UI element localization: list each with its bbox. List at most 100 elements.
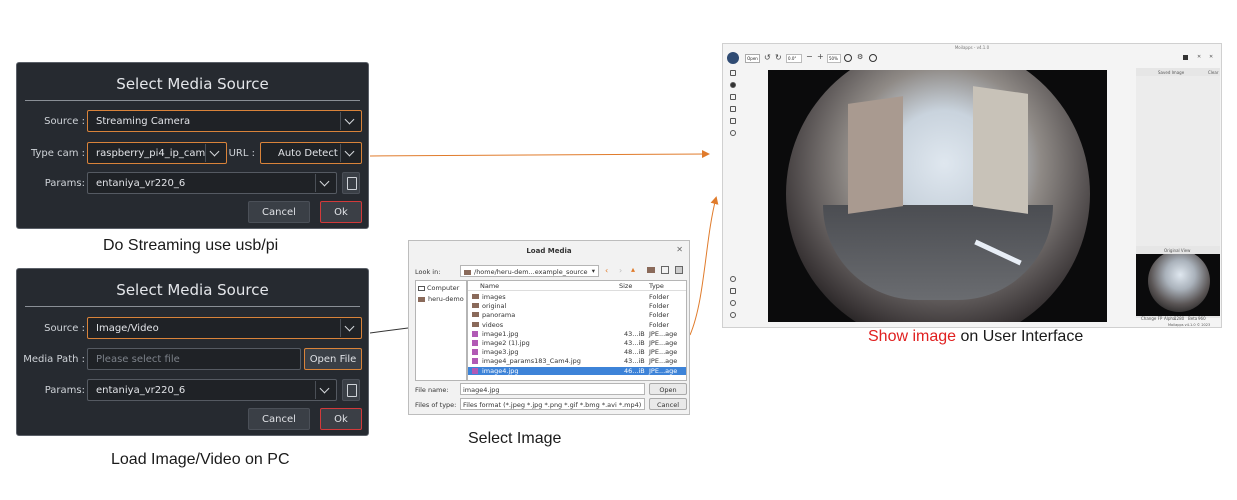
source-select[interactable]: Image/Video bbox=[87, 317, 362, 339]
nav-forward-icon[interactable]: › bbox=[619, 266, 622, 275]
file-size: 43...iB bbox=[624, 357, 645, 366]
column-type[interactable]: Type bbox=[649, 282, 664, 290]
open-file-button[interactable]: Open File bbox=[304, 348, 362, 370]
status-change-fp[interactable]: Change FP bbox=[1141, 316, 1162, 321]
building-left bbox=[848, 96, 903, 214]
saved-image-area bbox=[1136, 76, 1220, 246]
maximize-icon[interactable]: ✕ bbox=[1197, 54, 1201, 60]
toolbar: Open ↺ ↻ 0.0° − + 50% ⚙ ✕ ✕ bbox=[723, 52, 1221, 66]
folder-icon bbox=[472, 303, 479, 309]
detail-view-icon[interactable] bbox=[675, 266, 683, 274]
building-right bbox=[973, 86, 1028, 214]
look-in-select[interactable]: /home/heru-dem...example_source ▾ bbox=[460, 265, 599, 277]
settings-icon[interactable]: ⚙ bbox=[857, 53, 863, 61]
file-type: JPE...age bbox=[649, 339, 678, 347]
file-type: JPE...age bbox=[649, 357, 678, 366]
file-row[interactable]: videos Folder bbox=[468, 321, 686, 329]
file-row[interactable]: images Folder bbox=[468, 293, 686, 301]
right-panel: Saved Image Clear Original View bbox=[1136, 68, 1220, 318]
media-path-label: Media Path : bbox=[23, 354, 85, 365]
gear-icon[interactable] bbox=[730, 312, 736, 318]
source-select[interactable]: Streaming Camera bbox=[87, 110, 362, 132]
type-cam-value: raspberry_pi4_ip_cam bbox=[96, 148, 206, 159]
file-name: image3.jpg bbox=[482, 348, 519, 357]
ok-button[interactable]: Ok bbox=[320, 408, 362, 430]
new-folder-icon[interactable] bbox=[647, 267, 655, 273]
file-icon[interactable] bbox=[730, 118, 736, 124]
nav-back-icon[interactable]: ‹ bbox=[605, 266, 608, 275]
type-cam-select[interactable]: raspberry_pi4_ip_cam bbox=[87, 142, 227, 164]
file-type: Folder bbox=[649, 320, 670, 329]
column-size[interactable]: Size bbox=[619, 282, 632, 290]
file-row[interactable]: image2 (1).jpg 43...iB JPE...age bbox=[468, 339, 686, 347]
close-icon[interactable]: ✕ bbox=[676, 245, 683, 254]
info-icon[interactable] bbox=[869, 54, 877, 62]
cancel-button[interactable]: Cancel bbox=[248, 408, 310, 430]
minus-circle-icon[interactable] bbox=[730, 130, 736, 136]
main-image-view[interactable] bbox=[768, 70, 1107, 322]
ui-caption: Show image on User Interface bbox=[868, 328, 1083, 346]
url-select[interactable]: Auto Detect bbox=[260, 142, 362, 164]
list-view-icon[interactable] bbox=[661, 266, 669, 274]
rotate-left-icon[interactable]: ↺ bbox=[764, 53, 771, 62]
zoom-input[interactable]: 50% bbox=[827, 54, 841, 63]
file-row[interactable]: image3.jpg 48...iB JPE...age bbox=[468, 348, 686, 356]
document-icon[interactable] bbox=[730, 288, 736, 294]
folder-icon bbox=[472, 321, 479, 327]
file-row[interactable]: image1.jpg 43...iB JPE...age bbox=[468, 330, 686, 338]
params-select[interactable]: entaniya_vr220_6 bbox=[87, 172, 337, 194]
media-path-input[interactable]: Please select file bbox=[87, 348, 301, 370]
url-label: URL : bbox=[228, 148, 255, 159]
nav-up-icon[interactable]: ▴ bbox=[631, 265, 635, 274]
file-row[interactable]: image4_params183_Cam4.jpg 43...iB JPE...ag… bbox=[468, 357, 686, 365]
caption-highlight: Show image bbox=[868, 328, 957, 345]
help-icon[interactable] bbox=[730, 300, 736, 306]
params-select[interactable]: entaniya_vr220_6 bbox=[87, 379, 337, 401]
camera-icon[interactable] bbox=[844, 54, 852, 62]
angle-input[interactable]: 0.0° bbox=[786, 54, 802, 63]
place-home[interactable]: heru-demo bbox=[418, 295, 464, 303]
cancel-button-label: Cancel bbox=[656, 401, 680, 409]
original-view-thumbnail[interactable] bbox=[1136, 254, 1220, 316]
folder-icon bbox=[472, 312, 479, 318]
ok-button[interactable]: Ok bbox=[320, 201, 362, 223]
file-row[interactable]: panorama Folder bbox=[468, 311, 686, 319]
open-button[interactable]: Open bbox=[745, 54, 760, 63]
source-label: Source : bbox=[44, 116, 85, 127]
file-name-label: File name: bbox=[415, 386, 449, 394]
file-name: image2 (1).jpg bbox=[482, 339, 530, 347]
status-beta-label: Beta bbox=[1188, 316, 1198, 321]
menu-icon[interactable] bbox=[730, 70, 736, 76]
arrow-load-media-to-ui bbox=[689, 196, 719, 336]
chevron-down-icon bbox=[205, 144, 223, 162]
close-icon[interactable]: ✕ bbox=[1209, 54, 1213, 60]
file-row[interactable]: image4.jpg 46...iB JPE...age bbox=[468, 366, 686, 375]
file-row[interactable]: original Folder bbox=[468, 302, 686, 310]
image-icon[interactable] bbox=[730, 106, 736, 112]
open-button-label: Open bbox=[659, 386, 677, 394]
image-file-icon bbox=[472, 330, 478, 337]
refresh-icon[interactable] bbox=[730, 276, 736, 282]
files-of-type-select[interactable]: Files format (*.jpeg *.jpg *.png *.gif *… bbox=[460, 398, 645, 410]
file-name-input[interactable]: image4.jpg bbox=[460, 383, 645, 395]
place-computer[interactable]: Computer bbox=[418, 284, 459, 292]
rotate-right-icon[interactable]: ↻ bbox=[775, 53, 782, 62]
caption-rest: on User Interface bbox=[956, 328, 1084, 345]
streaming-caption: Do Streaming use usb/pi bbox=[103, 237, 279, 254]
minimize-icon[interactable] bbox=[1183, 55, 1188, 60]
crop-icon[interactable] bbox=[730, 94, 736, 100]
document-icon[interactable] bbox=[342, 379, 360, 401]
document-icon[interactable] bbox=[342, 172, 360, 194]
record-icon[interactable] bbox=[730, 82, 736, 88]
zoom-in-icon[interactable]: + bbox=[817, 52, 824, 61]
clear-button[interactable]: Clear bbox=[1208, 70, 1218, 75]
file-type: JPE...age bbox=[649, 366, 678, 375]
zoom-out-icon[interactable]: − bbox=[806, 52, 813, 61]
cancel-button[interactable]: Cancel bbox=[248, 201, 310, 223]
cancel-button[interactable]: Cancel bbox=[649, 398, 687, 410]
source-label: Source : bbox=[44, 323, 85, 334]
column-name[interactable]: Name bbox=[480, 282, 499, 290]
open-button[interactable]: Open bbox=[649, 383, 687, 395]
file-list-header: Name Size Type bbox=[468, 282, 686, 291]
left-sidebar bbox=[727, 68, 739, 320]
